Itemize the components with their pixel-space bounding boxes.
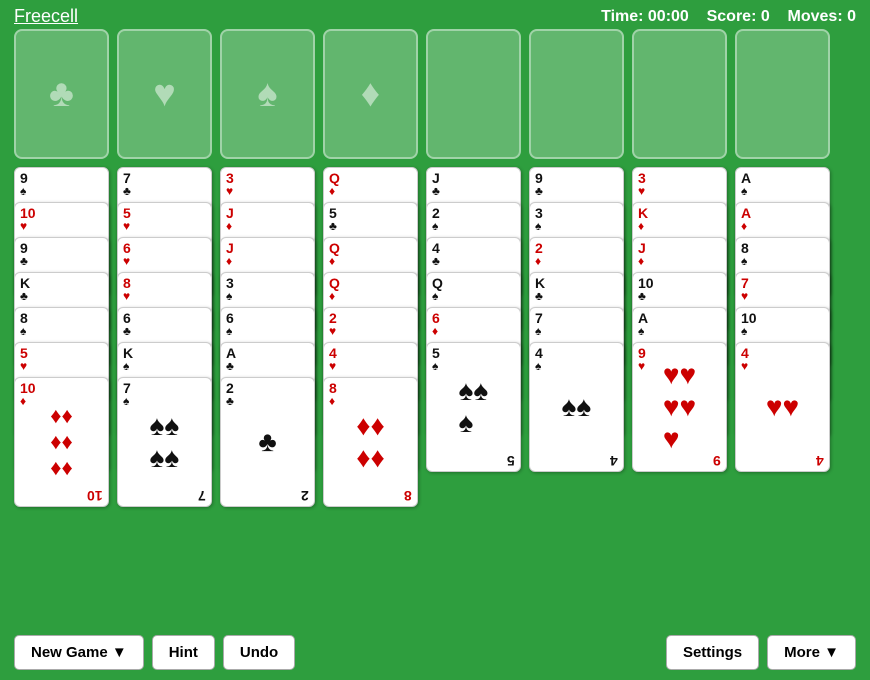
column-8: A♠♠A A♦♦A 8♠♠8 7♥♥7 10♠♠10 4♥♥♥4	[735, 167, 830, 507]
foundation-2[interactable]	[529, 29, 624, 159]
foundation-4[interactable]	[735, 29, 830, 159]
top-cards-area: ♣ ♥ ♠ ♦	[10, 29, 860, 159]
score-display: Score: 0	[707, 8, 770, 25]
column-1: 9♠♠9 10♥♥10 9♣♣9 K♣♣K 8♠♠8 5♥♥5 10♦♦♦♦♦♦…	[14, 167, 109, 507]
free-cell-2[interactable]: ♥	[117, 29, 212, 159]
card[interactable]: 10♦♦♦♦♦♦♦10	[14, 377, 109, 507]
new-game-button[interactable]: New Game ▼	[14, 635, 144, 670]
card[interactable]: 7♠♠♠♠♠7	[117, 377, 212, 507]
card[interactable]: 4♥♥♥4	[735, 342, 830, 472]
card[interactable]: 5♠♠♠♠5	[426, 342, 521, 472]
card[interactable]: 8♦♦♦♦♦8	[323, 377, 418, 507]
foundation-3[interactable]	[632, 29, 727, 159]
settings-button[interactable]: Settings	[666, 635, 759, 670]
moves-display: Moves: 0	[788, 8, 856, 25]
free-cell-3[interactable]: ♠	[220, 29, 315, 159]
foundation-1[interactable]	[426, 29, 521, 159]
card[interactable]: 2♣♣2	[220, 377, 315, 507]
column-2: 7♣♣7 5♥♥5 6♥♥6 8♥♥8 6♣♣6 K♠♠K 7♠♠♠♠♠7	[117, 167, 212, 507]
bottom-bar: New Game ▼ Hint Undo Settings More ▼	[0, 625, 870, 680]
column-7: 3♥♥3 K♦K♦K J♦J♦J 10♣♣10 A♠♠A 9♥♥♥♥♥♥9	[632, 167, 727, 507]
free-cell-4[interactable]: ♦	[323, 29, 418, 159]
more-button[interactable]: More ▼	[767, 635, 856, 670]
hint-button[interactable]: Hint	[152, 635, 215, 670]
card[interactable]: 4♠♠♠4	[529, 342, 624, 472]
column-3: 3♥♥3 J♦J♦J J♦J♦J 3♠♠3 6♠♠6 A♣♣A 2♣♣2	[220, 167, 315, 507]
column-4: Q♦Q♦Q 5♣♣5 Q♦Q♦Q Q♦Q♦Q 2♥♥2 4♥♥4 8♦♦♦♦♦8	[323, 167, 418, 507]
free-cell-1[interactable]: ♣	[14, 29, 109, 159]
card[interactable]: 9♥♥♥♥♥♥9	[632, 342, 727, 472]
undo-button[interactable]: Undo	[223, 635, 295, 670]
column-5: J♣J♣J 2♠♠2 4♣♣4 Q♠Q♠Q 6♦♦6 5♠♠♠♠5	[426, 167, 521, 507]
time-display: Time: 00:00	[601, 8, 689, 25]
game-title[interactable]: Freecell	[14, 6, 78, 27]
columns-area: 9♠♠9 10♥♥10 9♣♣9 K♣♣K 8♠♠8 5♥♥5 10♦♦♦♦♦♦…	[10, 167, 860, 507]
column-6: 9♣♣9 3♠♠3 2♦♦2 K♣K♣K 7♠♠♠♠7 4♠♠♠4	[529, 167, 624, 507]
